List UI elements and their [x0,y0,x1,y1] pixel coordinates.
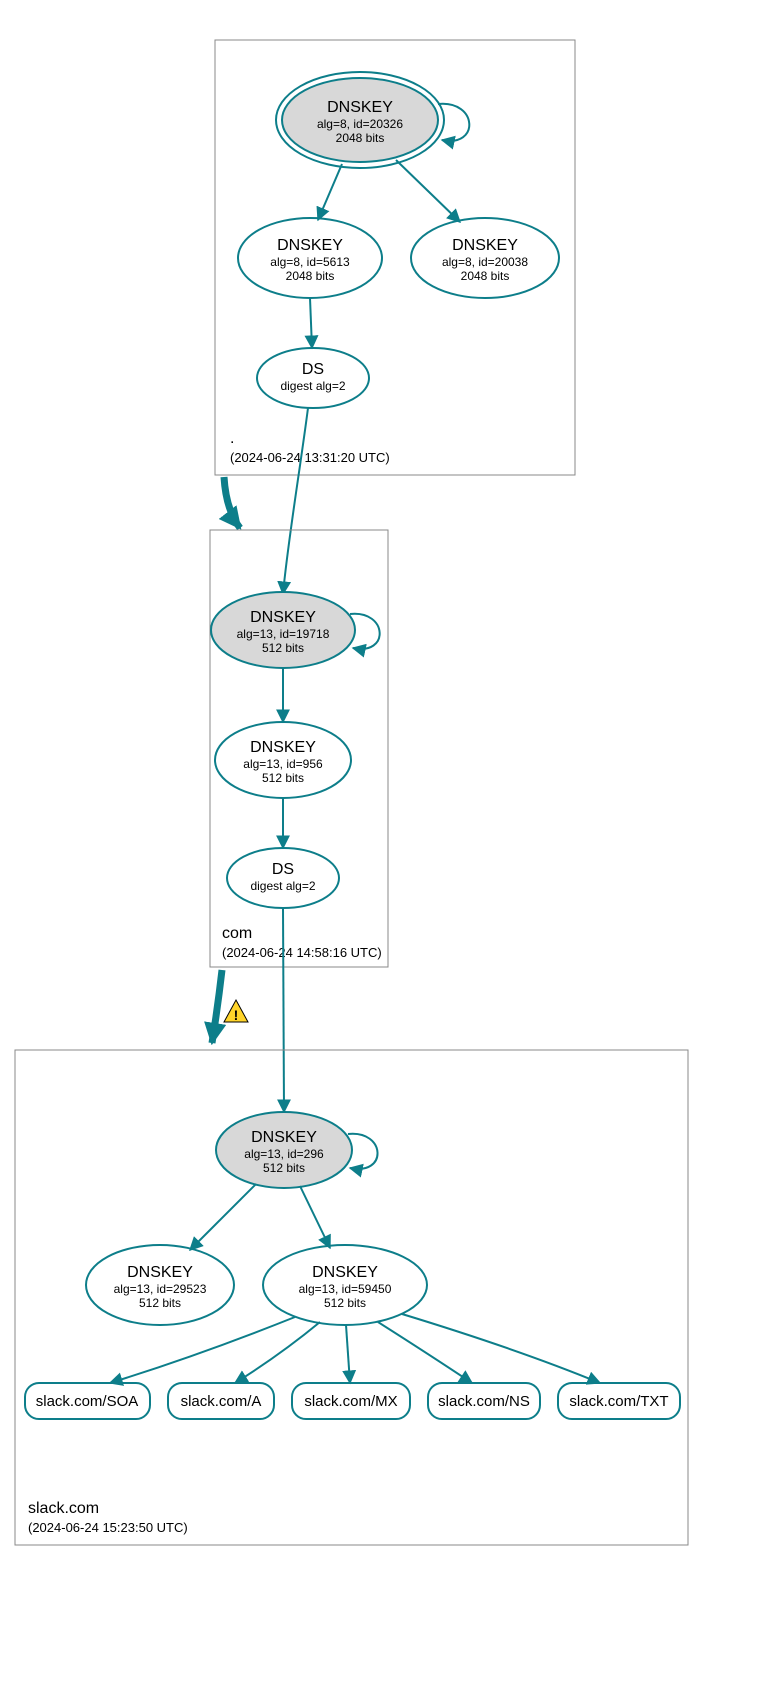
node-slack-extra: DNSKEY alg=13, id=29523 512 bits [86,1245,234,1325]
slack-extra-title: DNSKEY [127,1264,193,1281]
edge-root-zsk-ds [310,298,312,348]
node-rr-soa: slack.com/SOA [25,1383,150,1419]
edge-slack-ksk-extra [190,1184,256,1250]
com-zsk-title: DNSKEY [250,739,316,756]
zone-com-name: com [222,925,252,942]
node-root-ksk: DNSKEY alg=8, id=20326 2048 bits [276,72,444,168]
edge-slack-ksk-zsk [300,1186,330,1248]
node-slack-ksk: DNSKEY alg=13, id=296 512 bits [216,1112,352,1188]
slack-zsk-title: DNSKEY [312,1264,378,1281]
com-ksk-line2: alg=13, id=19718 [237,627,330,641]
edge-root-ksk-extra [396,160,460,222]
edge-root-ksk-zsk [318,164,342,220]
slack-ksk-line2: alg=13, id=296 [244,1147,324,1161]
node-com-zsk: DNSKEY alg=13, id=956 512 bits [215,722,351,798]
zone-slack-name: slack.com [28,1500,99,1517]
edge-zsk-a [235,1322,320,1383]
root-extra-line3: 2048 bits [461,269,510,283]
com-ksk-title: DNSKEY [250,609,316,626]
dnssec-diagram: . (2024-06-24 13:31:20 UTC) DNSKEY alg=8… [0,0,759,1690]
slack-extra-line2: alg=13, id=29523 [114,1282,207,1296]
zone-slack-timestamp: (2024-06-24 15:23:50 UTC) [28,1520,188,1535]
rr-soa-label: slack.com/SOA [36,1393,139,1410]
node-rr-mx: slack.com/MX [292,1383,410,1419]
root-ksk-line3: 2048 bits [336,131,385,145]
rr-ns-label: slack.com/NS [438,1393,530,1410]
root-extra-title: DNSKEY [452,237,518,254]
root-zsk-line3: 2048 bits [286,269,335,283]
node-root-ds: DS digest alg=2 [257,348,369,408]
slack-zsk-line3: 512 bits [324,1296,366,1310]
edge-com-ds-slack-ksk [283,908,284,1112]
node-com-ksk: DNSKEY alg=13, id=19718 512 bits [211,592,355,668]
node-rr-ns: slack.com/NS [428,1383,540,1419]
edge-zsk-txt [402,1314,600,1383]
warning-icon: ! [224,1000,248,1023]
node-root-extra: DNSKEY alg=8, id=20038 2048 bits [411,218,559,298]
rr-txt-label: slack.com/TXT [569,1393,668,1410]
edge-root-ds-com-ksk [283,408,308,594]
zone-com-timestamp: (2024-06-24 14:58:16 UTC) [222,945,382,960]
root-extra-line2: alg=8, id=20038 [442,255,528,269]
zone-root-name: . [230,430,234,447]
edge-deleg-com-slack [212,970,222,1043]
root-ds-line2: digest alg=2 [280,379,345,393]
node-root-zsk: DNSKEY alg=8, id=5613 2048 bits [238,218,382,298]
node-rr-txt: slack.com/TXT [558,1383,680,1419]
slack-extra-line3: 512 bits [139,1296,181,1310]
com-zsk-line2: alg=13, id=956 [243,757,323,771]
zone-root-timestamp: (2024-06-24 13:31:20 UTC) [230,450,390,465]
svg-text:!: ! [234,1007,239,1023]
rr-a-label: slack.com/A [181,1393,262,1410]
edge-zsk-mx [346,1325,350,1383]
com-ds-line2: digest alg=2 [250,879,315,893]
edge-deleg-root-com [224,477,240,528]
node-slack-zsk: DNSKEY alg=13, id=59450 512 bits [263,1245,427,1325]
root-zsk-line2: alg=8, id=5613 [270,255,350,269]
root-zsk-title: DNSKEY [277,237,343,254]
com-ksk-line3: 512 bits [262,641,304,655]
slack-ksk-title: DNSKEY [251,1129,317,1146]
rr-mx-label: slack.com/MX [304,1393,397,1410]
root-ksk-line2: alg=8, id=20326 [317,117,403,131]
node-rr-a: slack.com/A [168,1383,274,1419]
edge-zsk-soa [110,1317,295,1383]
com-ds-title: DS [272,861,294,878]
com-zsk-line3: 512 bits [262,771,304,785]
slack-zsk-line2: alg=13, id=59450 [299,1282,392,1296]
root-ksk-title: DNSKEY [327,99,393,116]
root-ds-title: DS [302,361,324,378]
node-com-ds: DS digest alg=2 [227,848,339,908]
slack-ksk-line3: 512 bits [263,1161,305,1175]
